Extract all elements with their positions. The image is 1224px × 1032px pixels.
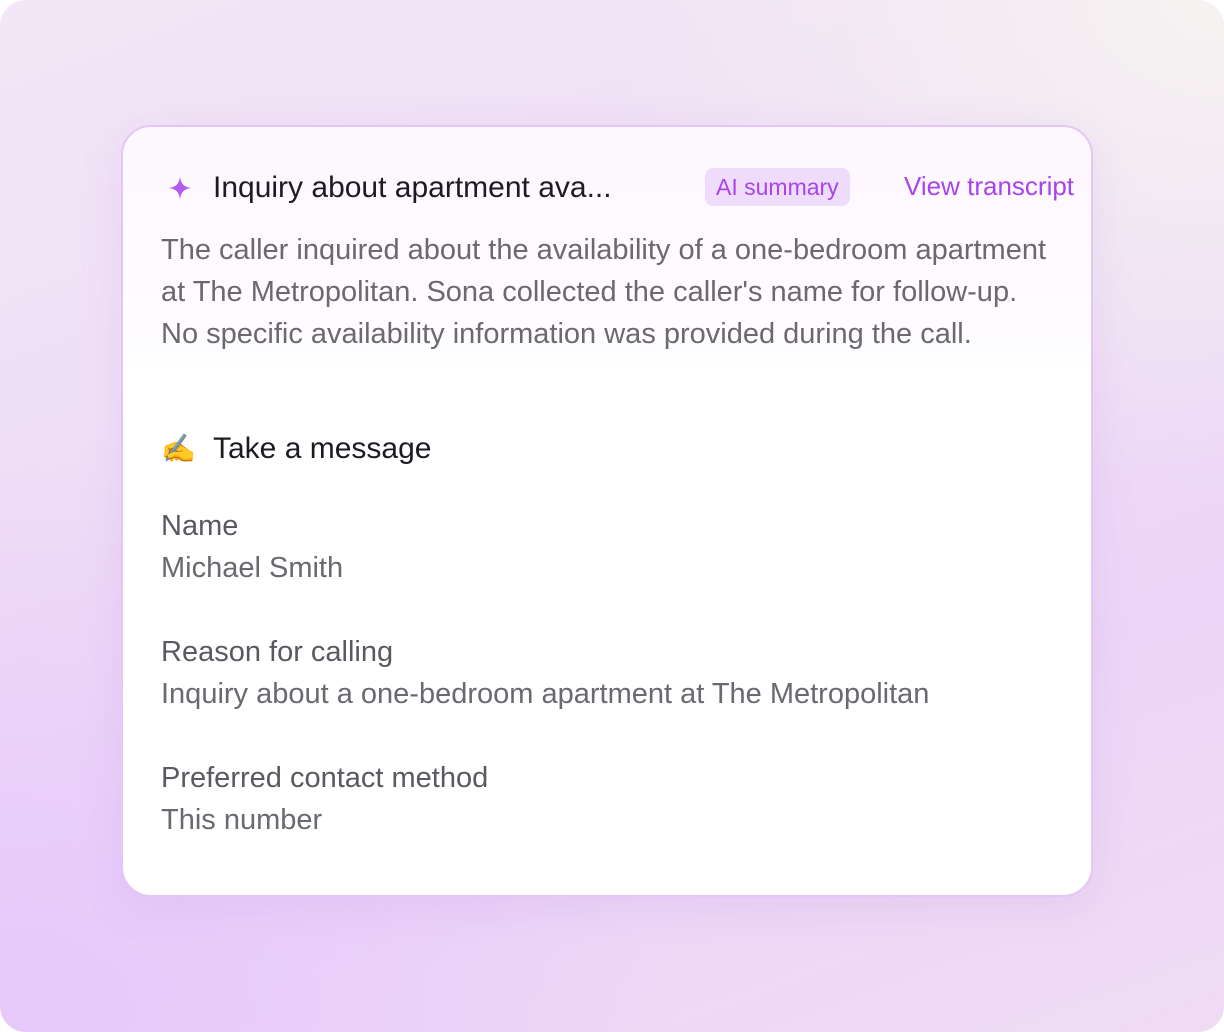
- field-label: Reason for calling: [161, 636, 394, 668]
- field-value: This number: [161, 804, 323, 836]
- field-label: Name: [161, 510, 239, 542]
- call-title: Inquiry about apartment ava...: [213, 171, 612, 204]
- field-name: Name Michael Smith: [161, 505, 1051, 589]
- field-preferred-contact-method: Preferred contact method This number: [161, 757, 1051, 841]
- field-value: Inquiry about a one-bedroom apartment at…: [161, 678, 930, 710]
- view-transcript-link[interactable]: View transcript: [904, 169, 1074, 203]
- sparkle-icon: [168, 176, 192, 200]
- field-label: Preferred contact method: [161, 762, 489, 794]
- card-header: Inquiry about apartment ava... AI summar…: [163, 167, 1074, 209]
- call-summary-card: Inquiry about apartment ava... AI summar…: [121, 125, 1093, 897]
- ai-summary-badge: AI summary: [705, 168, 850, 206]
- call-summary-text: The caller inquired about the availabili…: [161, 234, 1047, 350]
- field-value: Michael Smith: [161, 552, 344, 584]
- section-title: Take a message: [213, 432, 432, 465]
- take-a-message-section: ✍️ Take a message: [161, 429, 761, 469]
- field-reason-for-calling: Reason for calling Inquiry about a one-b…: [161, 631, 1051, 715]
- writing-hand-icon: ✍️: [161, 433, 196, 464]
